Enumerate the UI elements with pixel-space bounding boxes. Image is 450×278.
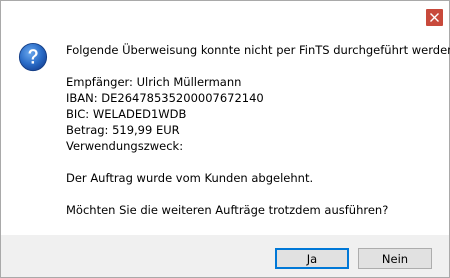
iban-text: IBAN: DE26478535200007672140	[66, 91, 264, 105]
yes-button[interactable]: Ja	[275, 248, 349, 269]
button-bar: Ja Nein	[1, 235, 449, 277]
question-text: Möchten Sie die weiteren Aufträge trotzd…	[66, 203, 389, 217]
message-text: Folgende Überweisung konnte nicht per Fi…	[66, 42, 450, 218]
purpose-text: Verwendungszweck:	[66, 139, 184, 153]
close-button[interactable]	[426, 9, 443, 26]
intro-text: Folgende Überweisung konnte nicht per Fi…	[66, 43, 450, 57]
title-bar	[1, 1, 449, 29]
no-button[interactable]: Nein	[358, 248, 432, 269]
amount-text: Betrag: 519,99 EUR	[66, 123, 180, 137]
bic-text: BIC: WELADED1WDB	[66, 107, 187, 121]
dialog-content: Folgende Überweisung konnte nicht per Fi…	[1, 29, 450, 235]
message-dialog: Folgende Überweisung konnte nicht per Fi…	[0, 0, 450, 278]
question-icon	[18, 42, 48, 72]
recipient-text: Empfänger: Ulrich Müllermann	[66, 75, 242, 89]
close-icon	[430, 13, 439, 22]
rejection-text: Der Auftrag wurde vom Kunden abgelehnt.	[66, 171, 314, 185]
